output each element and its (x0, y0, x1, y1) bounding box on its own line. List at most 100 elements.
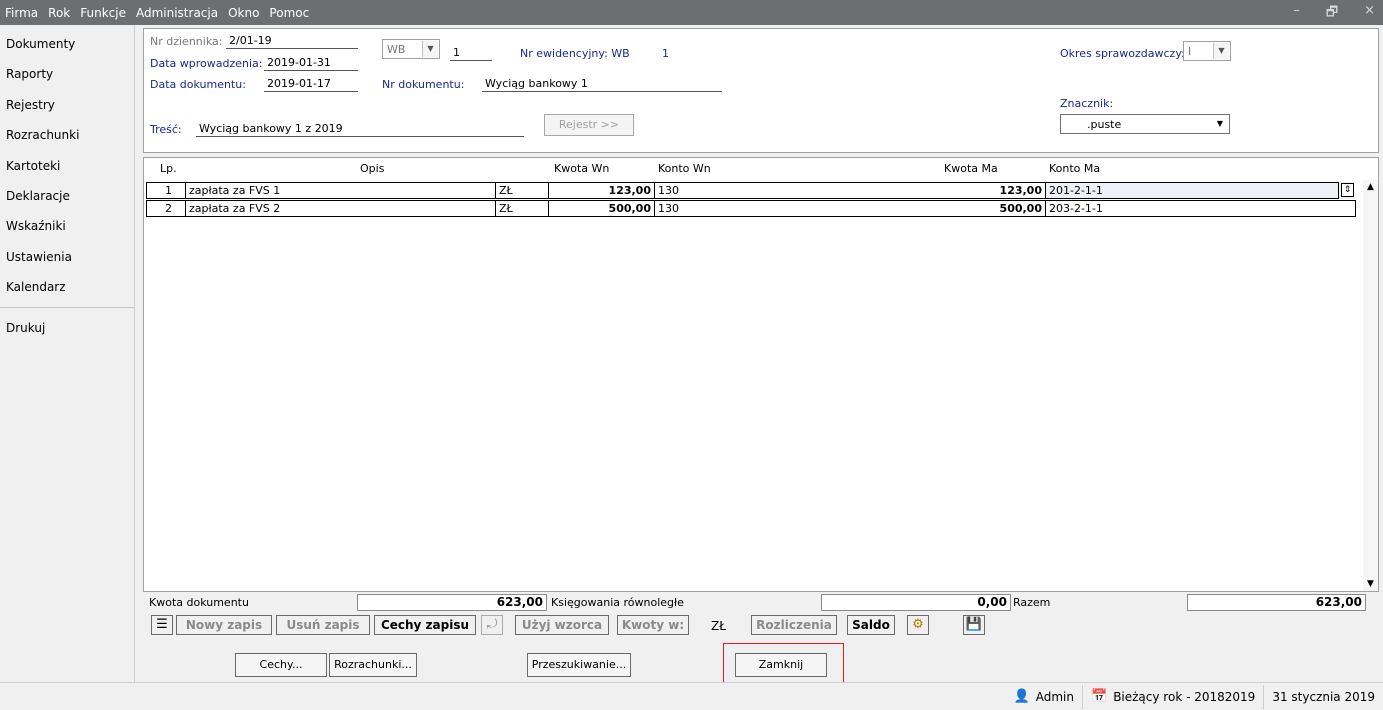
cell-lp: 2 (146, 200, 186, 217)
menu-rok[interactable]: Rok (43, 6, 75, 20)
nowy-zapis-button[interactable]: Nowy zapis (176, 615, 272, 635)
data-dokumentu-field[interactable]: 2019-01-17 (264, 77, 358, 92)
col-kwota-wn-header[interactable]: Kwota Wn (554, 162, 609, 175)
nr-dziennika-label: Nr dziennika: (150, 35, 223, 48)
okres-combo[interactable]: I ▼ (1183, 41, 1231, 61)
close-icon[interactable]: × (1364, 3, 1375, 25)
cell-waluta[interactable]: ZŁ (496, 200, 549, 217)
col-konto-ma-header[interactable]: Konto Ma (1049, 162, 1100, 175)
cell-kwota-ma[interactable]: 123,00 (939, 182, 1046, 199)
cell-konto-ma[interactable]: 201-2-1-1 (1046, 182, 1339, 199)
status-year: 📅 Bieżący rok - 20182019 (1082, 684, 1263, 709)
cell-kwota-wn[interactable]: 500,00 (549, 200, 655, 217)
cell-konto-wn[interactable]: 130 (655, 182, 939, 199)
przeszukiwanie-button[interactable]: Przeszukiwanie... (527, 653, 631, 677)
okres-value: I (1188, 45, 1192, 58)
cell-konto-wn[interactable]: 130 (655, 200, 939, 217)
cell-kwota-wn[interactable]: 123,00 (549, 182, 655, 199)
sidebar-item-rejestry[interactable]: Rejestry (0, 90, 134, 120)
col-konto-wn-header[interactable]: Konto Wn (658, 162, 711, 175)
menu-okno[interactable]: Okno (223, 6, 264, 20)
rozrachunki-button[interactable]: Rozrachunki... (329, 653, 417, 677)
minimize-icon[interactable]: – (1293, 3, 1300, 25)
cell-opis[interactable]: zapłata za FVS 2 (186, 200, 496, 217)
menu-bar: Firma Rok Funkcje Administracja Okno Pom… (0, 0, 1383, 25)
ksiegowania-label: Księgowania równoległe (551, 596, 684, 609)
chevron-down-icon[interactable]: ▼ (1212, 116, 1228, 132)
status-user-name: Admin (1035, 689, 1074, 704)
status-year-text: Bieżący rok - 20182019 (1113, 689, 1256, 704)
tresc-label: Treść: (150, 123, 182, 136)
saldo-button[interactable]: Saldo (847, 615, 895, 635)
chevron-down-icon[interactable]: ▼ (422, 41, 438, 57)
menu-lines-icon[interactable]: ☰ (151, 615, 173, 635)
nr-dokumentu-field[interactable]: Wyciąg bankowy 1 (482, 77, 722, 92)
sidebar-item-dokumenty[interactable]: Dokumenty (0, 29, 134, 59)
nr-ewidencyjny-label: Nr ewidencyjny: WB (520, 47, 630, 60)
kwoty-w-button[interactable]: Kwoty w: (617, 615, 689, 635)
rozliczenia-button[interactable]: Rozliczenia (751, 615, 837, 635)
chevron-down-icon[interactable]: ▼ (1213, 43, 1229, 59)
sidebar-item-raporty[interactable]: Raporty (0, 59, 134, 89)
status-user: 👤 Admin (1006, 685, 1082, 709)
usun-zapis-button[interactable]: Usuń zapis (276, 615, 370, 635)
nr-dziennika-field[interactable]: 2/01-19 (226, 34, 358, 49)
sidebar-item-kalendarz[interactable]: Kalendarz (0, 272, 134, 302)
restore-icon[interactable]: 🗗 (1326, 3, 1338, 25)
cechy-zapisu-button[interactable]: Cechy zapisu (374, 615, 476, 635)
cell-lp: 1 (146, 182, 186, 199)
save-disk-icon[interactable]: 💾 (963, 615, 985, 635)
cell-kwota-ma[interactable]: 500,00 (939, 200, 1046, 217)
znacznik-label: Znacznik: (1060, 97, 1114, 110)
sidebar-item-ustawienia[interactable]: Ustawienia (0, 242, 134, 272)
cell-waluta[interactable]: ZŁ (496, 182, 549, 199)
tresc-field[interactable]: Wyciąg bankowy 1 z 2019 (196, 122, 524, 137)
col-kwota-ma-header[interactable]: Kwota Ma (944, 162, 998, 175)
sidebar-item-wskazniki[interactable]: Wskaźniki (0, 211, 134, 241)
scroll-down-icon[interactable]: ▼ (1363, 577, 1378, 591)
znacznik-combo[interactable]: .puste ▼ (1060, 114, 1230, 134)
status-bar: 👤 Admin 📅 Bieżący rok - 20182019 31 styc… (0, 682, 1383, 710)
menu-funkcje[interactable]: Funkcje (75, 6, 131, 20)
status-date: 31 stycznia 2019 (1263, 684, 1383, 709)
data-wprowadzenia-field[interactable]: 2019-01-31 (264, 56, 358, 71)
calendar-icon: 📅 (1091, 688, 1108, 704)
menu-firma[interactable]: Firma (0, 6, 43, 20)
menu-pomoc[interactable]: Pomoc (264, 6, 314, 20)
waluta-label: ZŁ (711, 619, 726, 633)
col-opis-header[interactable]: Opis (360, 162, 384, 175)
entries-grid: Lp. Opis Kwota Wn Konto Wn Kwota Ma Kont… (143, 157, 1379, 592)
razem-value: 623,00 (1187, 594, 1366, 611)
undo-icon[interactable]: ⤾ (481, 615, 503, 635)
settings-gear-icon[interactable]: ⚙ (907, 615, 929, 635)
znacznik-value: .puste (1087, 118, 1122, 131)
sidebar: Dokumenty Raporty Rejestry Rozrachunki K… (0, 25, 135, 682)
col-lp-header[interactable]: Lp. (160, 162, 177, 175)
kwota-dokumentu-label: Kwota dokumentu (149, 596, 249, 609)
sidebar-item-deklaracje[interactable]: Deklaracje (0, 181, 134, 211)
ksiegowania-value: 0,00 (821, 594, 1011, 611)
data-dokumentu-label: Data dokumentu: (150, 78, 246, 91)
typ-dokumentu-combo[interactable]: WB ▼ (382, 39, 440, 59)
window-controls: – 🗗 × (1293, 3, 1375, 25)
sidebar-item-rozrachunki[interactable]: Rozrachunki (0, 120, 134, 150)
typ-nr-field[interactable]: 1 (450, 46, 492, 61)
cell-opis[interactable]: zapłata za FVS 1 (186, 182, 496, 199)
user-icon: 👤 (1013, 688, 1030, 704)
rejestr-button[interactable]: Rejestr >> (544, 114, 634, 136)
cell-konto-ma[interactable]: 203-2-1-1 (1046, 200, 1356, 217)
sidebar-item-drukuj[interactable]: Drukuj (0, 313, 134, 343)
vertical-scrollbar[interactable]: ▲ ▼ (1363, 180, 1378, 591)
row-lookup-icon[interactable]: ⇕ (1341, 183, 1354, 197)
table-row[interactable]: 1 zapłata za FVS 1 ZŁ 123,00 130 123,00 … (146, 182, 1354, 199)
document-header-form: Nr dziennika: 2/01-19 Data wprowadzenia:… (143, 28, 1379, 153)
scroll-up-icon[interactable]: ▲ (1363, 180, 1378, 195)
table-row[interactable]: 2 zapłata za FVS 2 ZŁ 500,00 130 500,00 … (146, 200, 1356, 217)
summary-bar: Kwota dokumentu 623,00 Księgowania równo… (143, 593, 1379, 643)
uzyj-wzorca-button[interactable]: Użyj wzorca (515, 615, 609, 635)
menu-administracja[interactable]: Administracja (131, 6, 223, 20)
nr-dokumentu-label: Nr dokumentu: (382, 78, 465, 91)
cechy-button[interactable]: Cechy... (235, 653, 327, 677)
sidebar-item-kartoteki[interactable]: Kartoteki (0, 151, 134, 181)
razem-label: Razem (1013, 596, 1051, 609)
